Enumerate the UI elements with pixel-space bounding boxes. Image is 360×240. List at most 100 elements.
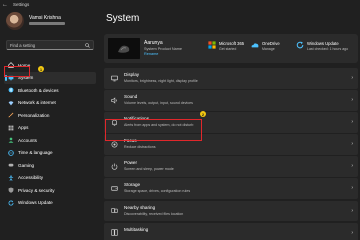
sidebar-item-label: Bluetooth & devices (18, 87, 59, 93)
title-bar: ← Settings (0, 0, 360, 9)
settings-window: ← Settings Vamsi Krishna Find a setting … (0, 0, 360, 240)
quick-link-microsoft365[interactable]: Microsoft 365 Get started (208, 41, 244, 51)
settings-list: Display Monitors, brightness, night ligh… (104, 68, 358, 240)
row-title: Multitasking (124, 226, 149, 232)
apps-icon (8, 125, 14, 131)
row-subtitle: Discoverability, received files location (124, 211, 184, 216)
settings-row-storage[interactable]: Storage Storage space, drives, configura… (104, 178, 358, 199)
step-badge-system: 1 (38, 66, 44, 72)
sidebar-item-label: Windows Update (18, 200, 53, 206)
app-title: Settings (13, 2, 30, 7)
sidebar-item-label: Accessibility (18, 175, 44, 181)
sidebar-item-label: Time & language (18, 150, 53, 156)
chevron-right-icon: › (351, 229, 353, 236)
avatar (6, 12, 24, 30)
search-input[interactable]: Find a setting (6, 40, 94, 50)
chevron-right-icon: › (351, 141, 353, 148)
chevron-right-icon: › (351, 163, 353, 170)
sidebar-nav: Home System Bluetooth & devices Network … (4, 59, 96, 209)
brush-icon (8, 112, 14, 118)
globe-icon (8, 149, 14, 156)
sidebar-item-accounts[interactable]: Accounts (4, 134, 96, 147)
chevron-right-icon: › (351, 119, 353, 126)
sidebar-item-gaming[interactable]: Gaming (4, 159, 96, 172)
accounts-icon (8, 137, 14, 143)
power-icon (111, 163, 118, 170)
quick-link-sub: Manage (262, 47, 275, 51)
sidebar-item-label: Apps (18, 125, 29, 131)
settings-row-power[interactable]: Power Screen and sleep, power mode › (104, 156, 358, 177)
device-card: Aarunya System Product Name Rename Micro… (104, 34, 358, 63)
row-title: Nearby sharing (124, 204, 156, 210)
row-title: Storage (124, 182, 141, 188)
multitasking-icon (111, 229, 118, 236)
device-product: System Product Name (144, 47, 182, 51)
row-subtitle: Reduce distractions (124, 145, 156, 150)
network-icon (8, 100, 14, 106)
settings-row-nearby-sharing[interactable]: Nearby sharing Discoverability, received… (104, 200, 358, 222)
device-info: Aarunya System Product Name Rename (144, 40, 182, 56)
chevron-right-icon: › (351, 75, 353, 81)
notifications-highlight-box (105, 119, 202, 141)
settings-row-display[interactable]: Display Monitors, brightness, night ligh… (104, 68, 358, 89)
sidebar: Vamsi Krishna Find a setting Home System (0, 9, 98, 240)
row-title: Display (124, 72, 140, 77)
quick-link-title: Microsoft 365 (219, 41, 245, 46)
sidebar-item-personalization[interactable]: Personalization (4, 109, 96, 122)
user-email-redacted (29, 22, 65, 25)
update-icon (8, 200, 14, 206)
onedrive-icon (251, 43, 259, 48)
back-arrow-icon[interactable]: ← (2, 2, 10, 8)
sidebar-item-time-language[interactable]: Time & language (4, 147, 96, 160)
storage-icon (111, 186, 118, 191)
chevron-right-icon: › (351, 185, 353, 192)
row-subtitle: Screen and sleep, power mode (124, 167, 174, 172)
sound-icon (111, 96, 117, 104)
step-badge-notifications: 2 (200, 111, 206, 117)
sidebar-item-label: Privacy & security (18, 187, 55, 193)
row-title: Sound (124, 94, 138, 100)
rename-link[interactable]: Rename (144, 52, 182, 56)
search-icon (85, 42, 90, 48)
user-name: Vamsi Krishna (29, 15, 61, 21)
row-title: Power (124, 160, 138, 166)
system-highlight-box (4, 66, 30, 77)
quick-link-title: Windows Update (307, 41, 339, 46)
gaming-icon (8, 164, 14, 167)
quick-link-windows-update[interactable]: Windows Update Last checked: 1 hours ago (296, 41, 348, 51)
sidebar-item-label: Personalization (18, 112, 50, 118)
row-subtitle: Monitors, brightness, night light, displ… (124, 79, 198, 83)
focus-icon (111, 141, 118, 148)
sidebar-item-apps[interactable]: Apps (4, 122, 96, 135)
accessibility-icon (8, 175, 14, 181)
update-icon (296, 41, 304, 49)
quick-link-sub: Last checked: 1 hours ago (307, 47, 349, 51)
microsoft365-icon (208, 41, 216, 49)
row-subtitle: Volume levels, output, input, sound devi… (124, 101, 193, 106)
chevron-right-icon: › (351, 97, 353, 104)
user-profile[interactable]: Vamsi Krishna (6, 12, 96, 40)
search-placeholder: Find a setting (10, 43, 36, 48)
page-title: System (106, 13, 140, 24)
device-wallpaper-thumbnail (108, 38, 140, 59)
row-subtitle: Storage space, drives, configuration rul… (124, 189, 191, 194)
sidebar-item-privacy-security[interactable]: Privacy & security (4, 184, 96, 197)
settings-row-multitasking[interactable]: Multitasking › (104, 222, 358, 240)
settings-row-sound[interactable]: Sound Volume levels, output, input, soun… (104, 90, 358, 111)
nearby-sharing-icon (111, 208, 118, 213)
sidebar-item-bluetooth[interactable]: Bluetooth & devices (4, 84, 96, 97)
device-name: Aarunya (144, 40, 163, 46)
quick-link-title: OneDrive (262, 41, 280, 46)
shield-icon (8, 187, 14, 193)
quick-link-onedrive[interactable]: OneDrive Manage (251, 41, 280, 51)
sidebar-item-label: Network & internet (18, 100, 56, 106)
bluetooth-icon (8, 87, 14, 93)
sidebar-item-network[interactable]: Network & internet (4, 97, 96, 110)
sidebar-item-label: Accounts (18, 137, 37, 143)
sidebar-item-accessibility[interactable]: Accessibility (4, 172, 96, 185)
chevron-right-icon: › (351, 207, 353, 214)
display-icon (111, 75, 118, 81)
sidebar-item-windows-update[interactable]: Windows Update (4, 197, 96, 210)
sidebar-item-label: Gaming (18, 162, 35, 168)
quick-link-sub: Get started (219, 47, 237, 51)
